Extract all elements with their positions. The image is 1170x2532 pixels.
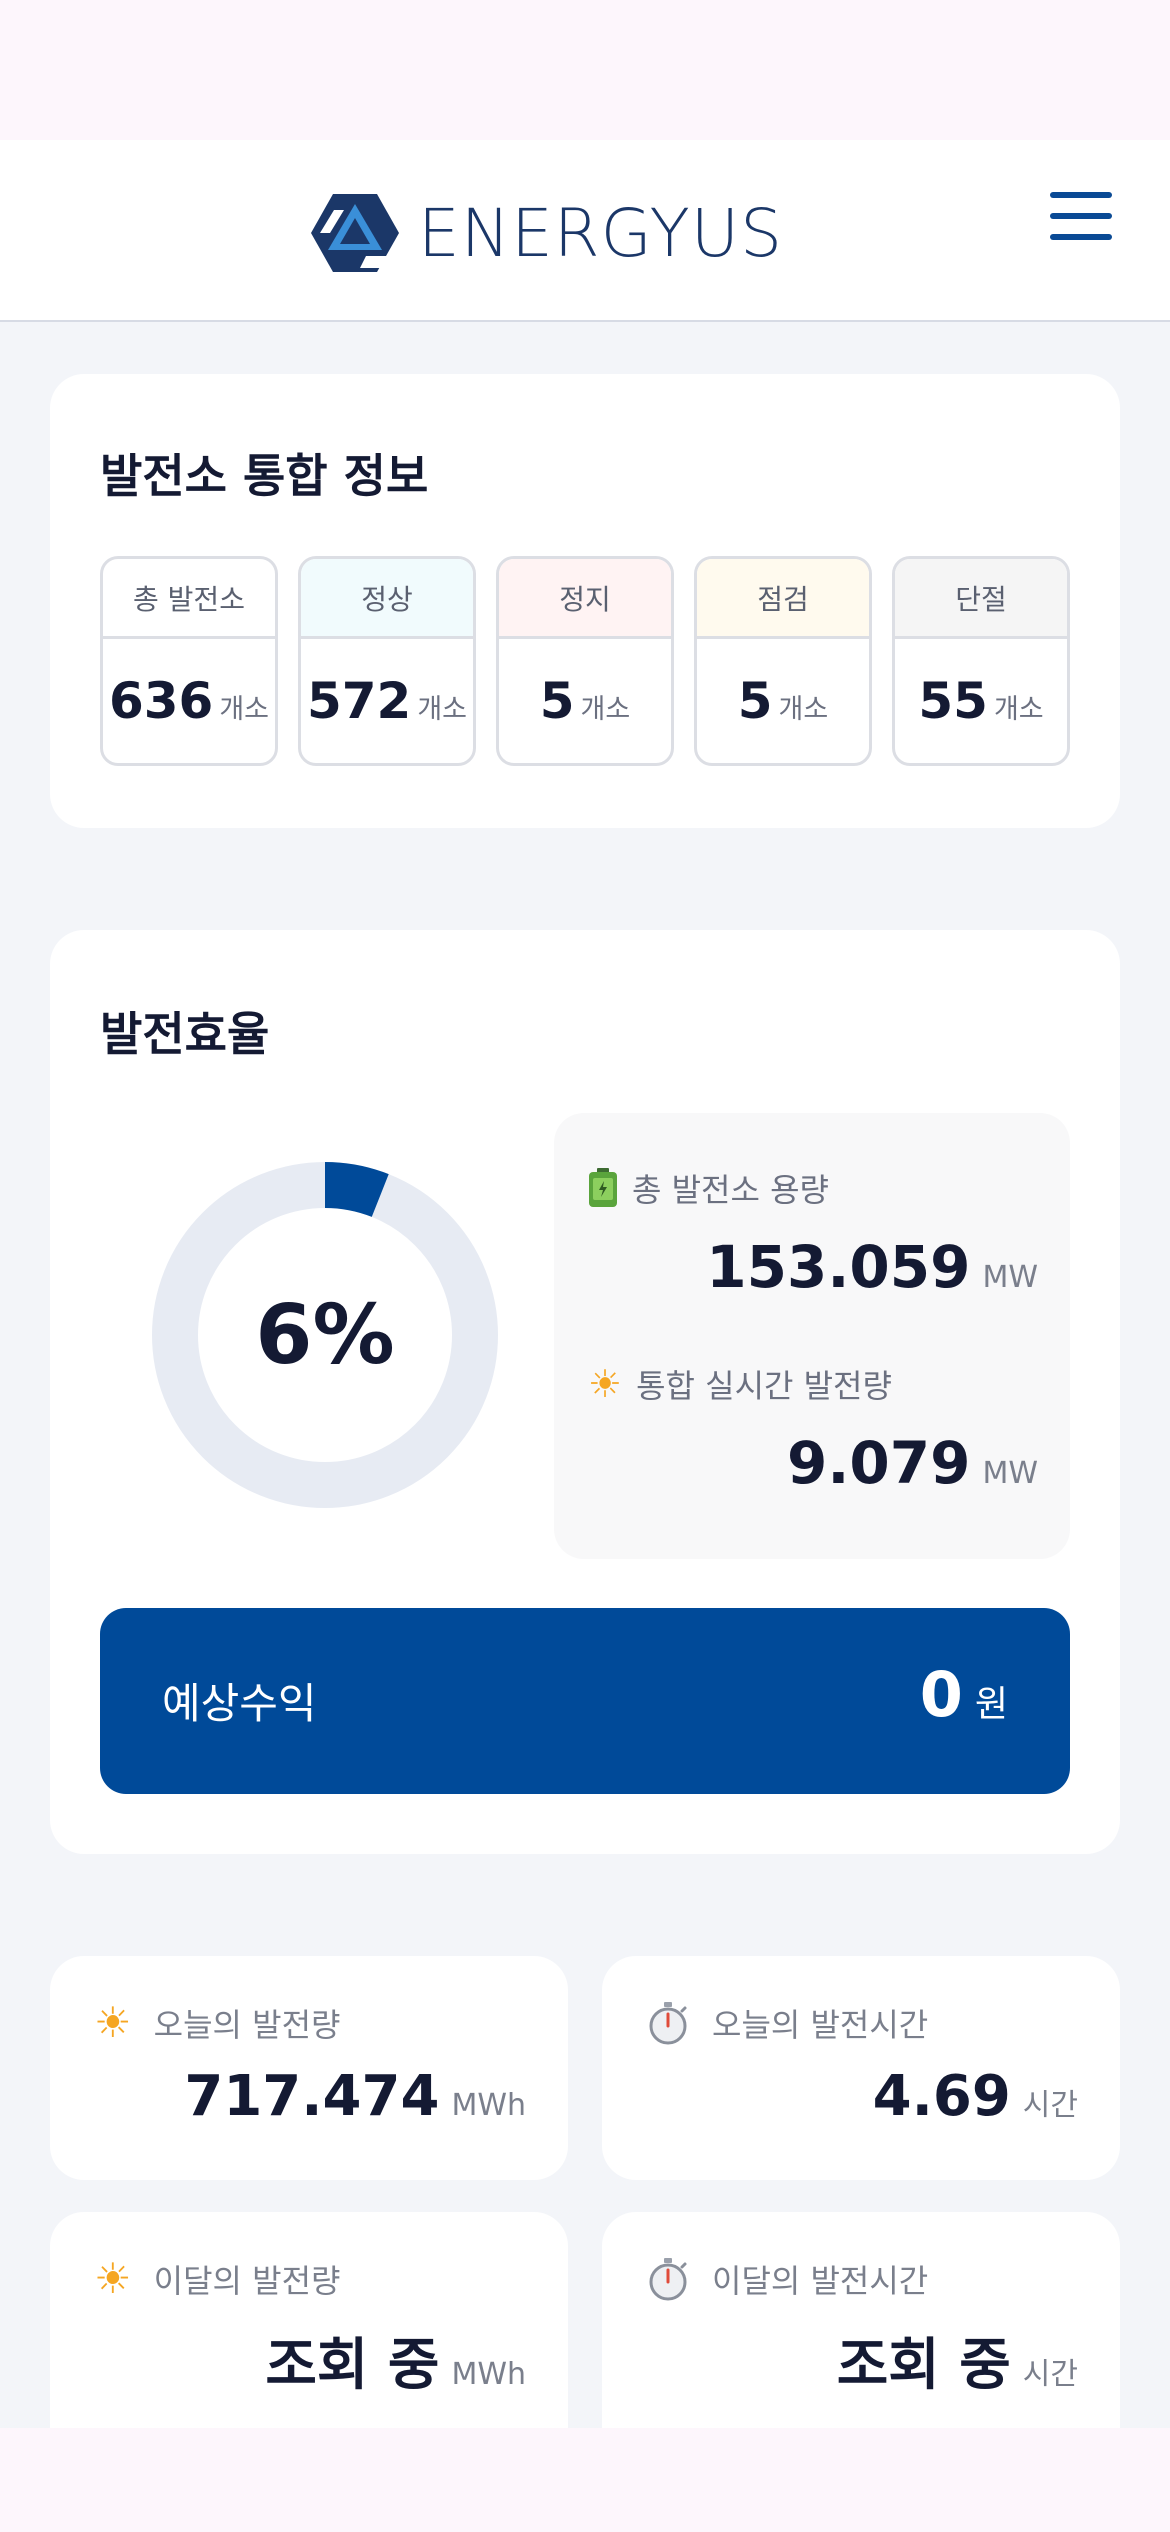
stat-value: 55 (918, 672, 988, 730)
metric-value: 4.69 (872, 2064, 1011, 2129)
capacity-label-row: 총 발전소 용량 (588, 1165, 829, 1211)
battery-icon (589, 1168, 617, 1207)
stat-label: 점검 (697, 559, 869, 639)
stat-label: 정상 (301, 559, 473, 639)
stopwatch-icon (649, 2258, 687, 2301)
metric-label: 오늘의 발전시간 (712, 2006, 929, 2044)
metric-value: 717.474 (184, 2064, 440, 2129)
stat-unit: 개소 (580, 693, 631, 725)
metric-unit: MWh (451, 2088, 526, 2123)
metric-card-month-hours[interactable]: 이달의 발전시간 조회 중 시간 (602, 2212, 1120, 2428)
capacity-label: 총 발전소 용량 (632, 1171, 829, 1209)
stat-value: 5 (737, 672, 773, 730)
plant-summary-card: 발전소 통합 정보 총 발전소 636 개소 정상 572 개소 정지 5 개소 점검… (50, 374, 1120, 828)
sun-icon: ☀ (588, 1362, 623, 1406)
realtime-unit: MW (982, 1456, 1038, 1491)
realtime-label-row: ☀ 통합 실시간 발전량 (588, 1361, 892, 1407)
stat-stopped[interactable]: 정지 5 개소 (496, 556, 674, 766)
bottom-safe-area (0, 2428, 1170, 2532)
plant-summary-title: 발전소 통합 정보 (100, 449, 429, 503)
metric-unit: 시간 (1022, 2088, 1078, 2123)
metric-card-today-hours[interactable]: 오늘의 발전시간 4.69 시간 (602, 1956, 1120, 2180)
stat-unit: 개소 (219, 693, 270, 725)
stat-value: 572 (306, 672, 412, 730)
stat-disconnected[interactable]: 단절 55 개소 (892, 556, 1070, 766)
capacity-unit: MW (982, 1260, 1038, 1295)
stat-value: 636 (108, 672, 214, 730)
energyus-logo-icon (311, 194, 399, 272)
stat-label: 정지 (499, 559, 671, 639)
metric-label: 이달의 발전시간 (712, 2262, 929, 2300)
metric-unit: 시간 (1022, 2357, 1078, 2392)
capacity-info-panel: 총 발전소 용량 153.059 MW ☀ 통합 실시간 발전량 9.079 M… (554, 1113, 1070, 1559)
brand-name: ENERGYUS (418, 194, 784, 272)
realtime-value-row: 9.079 MW (787, 1429, 1038, 1497)
brand-logo[interactable]: ENERGYUS (310, 192, 783, 274)
stat-value: 5 (539, 672, 575, 730)
stopwatch-icon (649, 2002, 687, 2045)
stat-total[interactable]: 총 발전소 636 개소 (100, 556, 278, 766)
metric-label: 이달의 발전량 (153, 2262, 341, 2300)
expected-revenue-banner[interactable]: 예상수익 0 원 (100, 1608, 1070, 1794)
sun-icon: ☀ (94, 2254, 132, 2303)
stat-normal[interactable]: 정상 572 개소 (298, 556, 476, 766)
stat-label: 단절 (895, 559, 1067, 639)
metric-card-month-generation[interactable]: ☀ 이달의 발전량 조회 중 MWh (50, 2212, 568, 2428)
hamburger-menu-icon[interactable] (1050, 192, 1112, 240)
stat-unit: 개소 (417, 693, 468, 725)
revenue-value-row: 0 원 (920, 1658, 1008, 1731)
efficiency-title: 발전효율 (100, 1007, 270, 1061)
capacity-value: 153.059 (706, 1233, 971, 1301)
revenue-unit: 원 (974, 1684, 1008, 1725)
realtime-value: 9.079 (786, 1429, 971, 1497)
stat-unit: 개소 (993, 693, 1044, 725)
metric-label: 오늘의 발전량 (153, 2006, 341, 2044)
efficiency-percent: 6% (255, 1287, 395, 1383)
app-header: ENERGYUS (0, 140, 1170, 322)
status-bar (0, 0, 1170, 140)
capacity-value-row: 153.059 MW (706, 1233, 1038, 1301)
efficiency-card: 발전효율 6% 총 발전소 용량 153.059 MW ☀ 통합 실시간 발전량… (50, 930, 1120, 1854)
metric-value: 조회 중 (836, 2333, 1011, 2398)
realtime-label: 통합 실시간 발전량 (636, 1367, 892, 1405)
metric-card-today-generation[interactable]: ☀ 오늘의 발전량 717.474 MWh (50, 1956, 568, 2180)
revenue-value: 0 (919, 1658, 963, 1731)
sun-icon: ☀ (94, 1998, 132, 2047)
stat-unit: 개소 (778, 693, 829, 725)
metric-unit: MWh (451, 2357, 526, 2392)
metric-value: 조회 중 (265, 2333, 440, 2398)
stat-inspection[interactable]: 점검 5 개소 (694, 556, 872, 766)
stat-label: 총 발전소 (103, 559, 275, 639)
revenue-label: 예상수익 (162, 1679, 317, 1728)
